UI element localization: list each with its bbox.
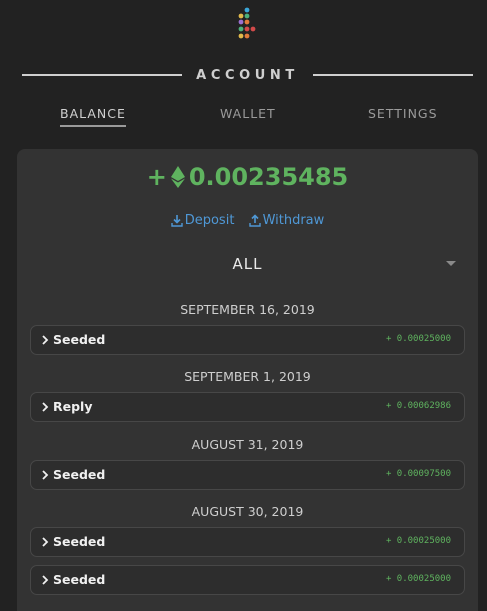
transaction-filter-select[interactable]: ALL [17,255,478,279]
chevron-down-icon [446,261,456,266]
page-title: ACCOUNT [196,67,299,83]
transaction-amount: + 0.00062986 [385,401,451,411]
transaction-amount: + 0.00025000 [385,334,451,344]
transaction-date: AUGUST 31, 2019 [191,437,304,452]
filter-selected-value: ALL [232,255,263,273]
tab-balance[interactable]: BALANCE [60,106,126,127]
transaction-label: Seeded [53,467,106,482]
chevron-right-icon [42,537,49,547]
tab-wallet[interactable]: WALLET [220,106,276,125]
transaction-row[interactable]: Seeded + 0.00025000 [30,325,465,355]
tab-bar: BALANCE WALLET SETTINGS [0,106,487,132]
chevron-right-icon [42,575,49,585]
transaction-date: SEPTEMBER 1, 2019 [184,369,311,384]
chevron-right-icon [42,402,49,412]
transaction-amount: + 0.00025000 [385,574,451,584]
transaction-label: Seeded [53,572,106,587]
transaction-label: Seeded [53,332,106,347]
app-logo-icon [238,7,256,39]
deposit-label: Deposit [184,213,235,228]
tab-settings[interactable]: SETTINGS [368,106,438,125]
transaction-amount: + 0.00025000 [385,536,451,546]
transaction-label: Reply [53,399,93,414]
transaction-label: Seeded [53,534,106,549]
account-header: ACCOUNT [22,62,474,88]
balance-display: + 0.00235485 [17,163,478,191]
balance-panel: + 0.00235485 Deposit Withdraw ALL SEPTEM… [17,149,478,611]
upload-icon [248,214,261,227]
divider [22,74,183,76]
transaction-row[interactable]: Seeded + 0.00097500 [30,460,465,490]
transaction-row[interactable]: Seeded + 0.00025000 [30,527,465,557]
transaction-amount: + 0.00097500 [385,469,451,479]
download-icon [171,215,183,227]
transaction-date: AUGUST 30, 2019 [191,504,304,519]
withdraw-label: Withdraw [262,213,325,228]
balance-amount: 0.00235485 [188,163,349,191]
withdraw-button[interactable]: Withdraw [248,213,325,228]
transaction-row[interactable]: Reply + 0.00062986 [30,392,465,422]
divider [312,74,474,76]
chevron-right-icon [42,470,49,480]
chevron-right-icon [42,335,49,345]
transaction-row[interactable]: Seeded + 0.00025000 [30,565,465,595]
balance-actions: Deposit Withdraw [17,213,478,231]
deposit-button[interactable]: Deposit [171,213,235,228]
ethereum-icon [170,166,185,188]
transaction-date: SEPTEMBER 16, 2019 [180,302,315,317]
balance-prefix: + [146,163,167,191]
